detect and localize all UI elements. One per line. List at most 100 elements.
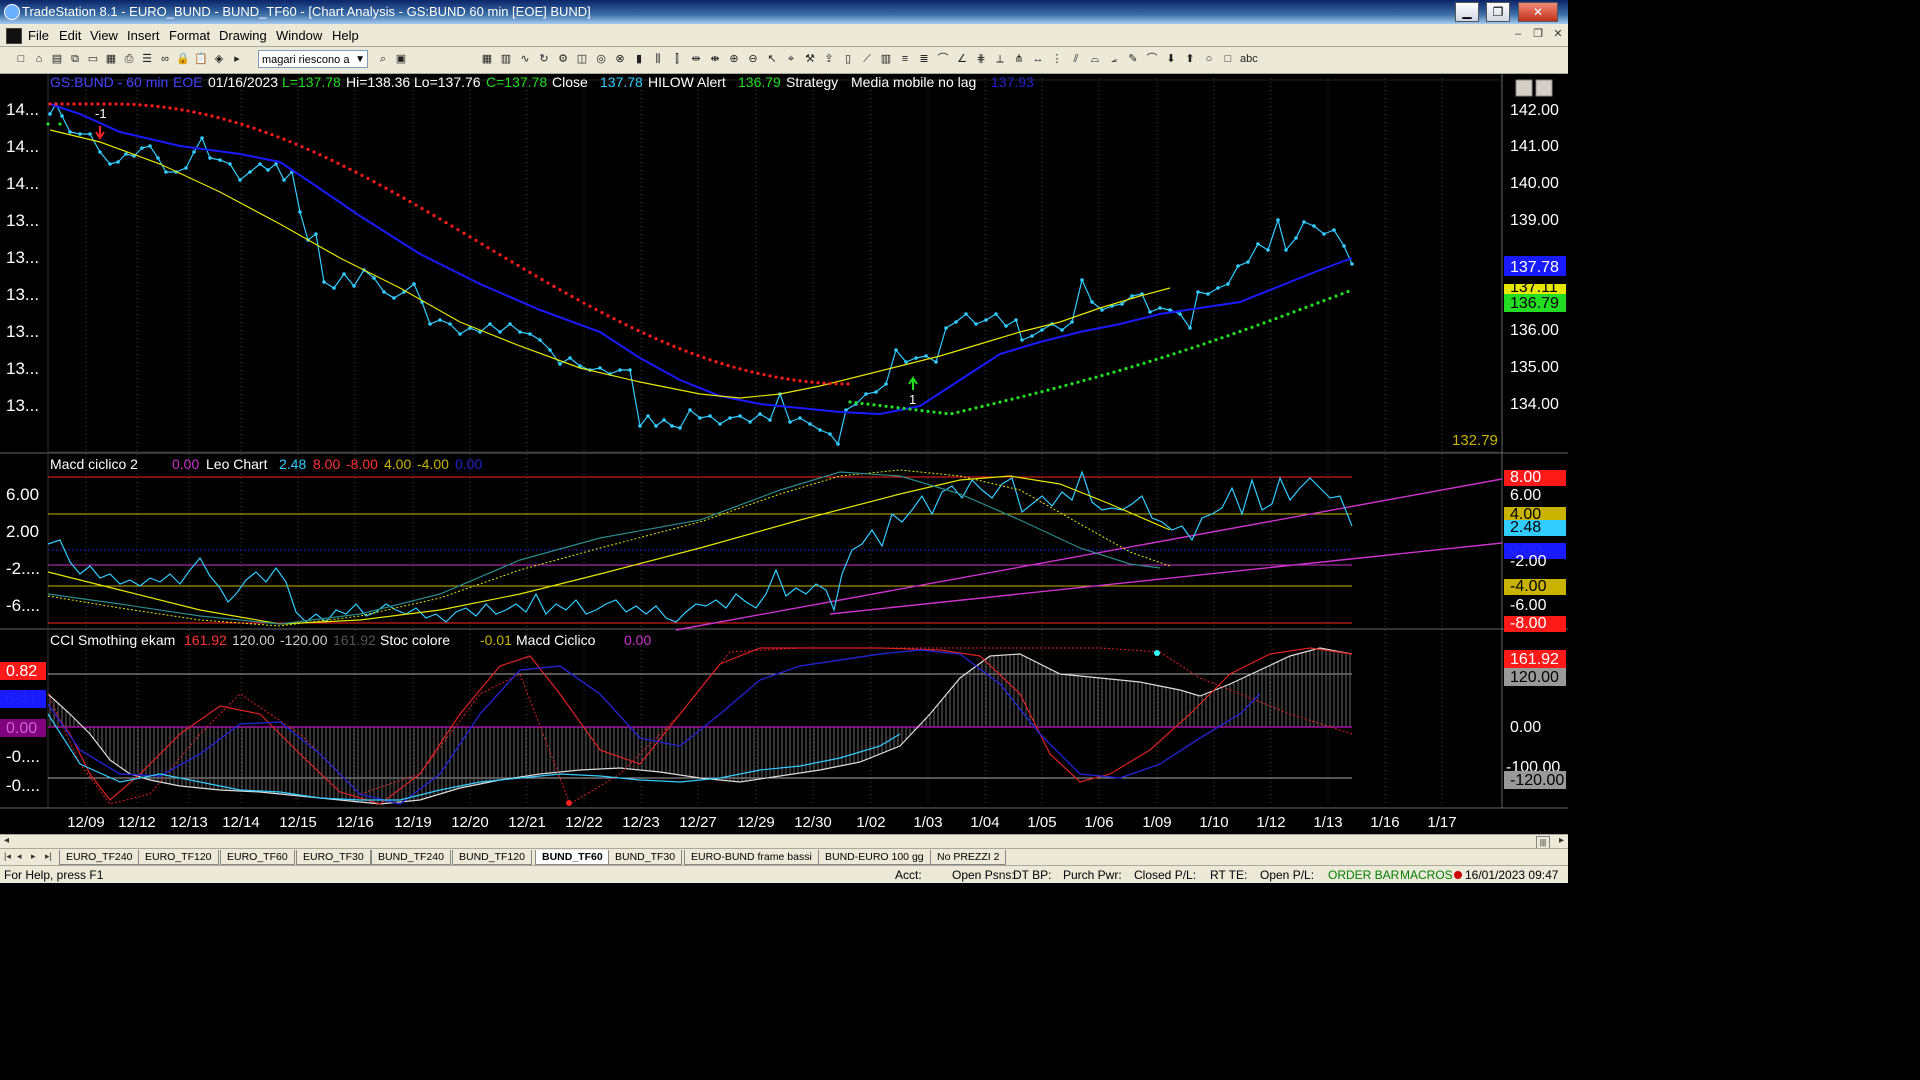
menu-help[interactable]: Help	[332, 28, 359, 43]
workspace-combo[interactable]: magari riescono a ▼	[258, 50, 368, 68]
chart-canvas[interactable]: 12/09 12/12 12/13 12/14 12/15 12/16 12/19 12/20…	[0, 74, 1568, 834]
menu-file[interactable]: File	[28, 28, 49, 43]
tab-nav-1-icon[interactable]: ◂	[17, 851, 22, 862]
close-button[interactable]: ✕	[1518, 2, 1558, 22]
rectangle-icon[interactable]: □	[1221, 52, 1235, 66]
tab-bund-tf30[interactable]: BUND_TF30	[608, 850, 683, 865]
tab-euro-tf60[interactable]: EURO_TF60	[220, 850, 295, 865]
hilow-price-tag: 136.79	[1510, 295, 1559, 312]
angle-icon[interactable]: ∠	[955, 52, 969, 66]
pencil-icon[interactable]: ✎	[1126, 52, 1140, 66]
link-icon[interactable]: ⊗	[613, 52, 627, 66]
wave-icon[interactable]: ∿	[518, 52, 532, 66]
print-icon[interactable]: ⎙	[122, 52, 136, 66]
menu-edit[interactable]: Edit	[59, 28, 81, 43]
mdi-restore-button[interactable]: ❐	[1530, 27, 1546, 41]
tab-bund-tf240[interactable]: BUND_TF240	[371, 850, 451, 865]
page-icon[interactable]: ▯	[841, 52, 855, 66]
price-point	[508, 322, 512, 326]
tab-bund-euro-100-gg[interactable]: BUND-EURO 100 gg	[818, 850, 931, 865]
new-icon[interactable]: □	[14, 52, 28, 66]
horiz-lines-icon[interactable]: ⋕	[974, 52, 988, 66]
channel-icon[interactable]: ⫽	[1069, 52, 1083, 66]
chart-doc-icon[interactable]	[6, 28, 22, 44]
bar-chart-icon[interactable]: ▮	[632, 52, 646, 66]
tab-bund-tf120[interactable]: BUND_TF120	[452, 850, 532, 865]
tab-euro-bund-frame-bassi[interactable]: EURO-BUND frame bassi	[684, 850, 819, 865]
bars-icon[interactable]: ⫿	[670, 52, 684, 66]
strategy-icon[interactable]: ⚙	[556, 52, 570, 66]
menu-insert[interactable]: Insert	[127, 28, 160, 43]
open-icon[interactable]: ⌂	[32, 52, 46, 66]
arrow-down-red-icon[interactable]: ⬇	[1164, 52, 1178, 66]
collapse-icon[interactable]: ⇼	[708, 52, 722, 66]
arrow-right-icon[interactable]: ▸	[230, 52, 244, 66]
curve-icon[interactable]: ⌒	[1145, 52, 1159, 66]
save-all-icon[interactable]: ▤	[50, 52, 64, 66]
macros-button[interactable]: MACROS	[1400, 868, 1453, 882]
order-bar-button[interactable]: ORDER BAR	[1328, 868, 1399, 882]
grid-icon[interactable]: ▦	[480, 52, 494, 66]
mdi-minimize-button[interactable]: ‒	[1510, 27, 1526, 41]
zoom-out-icon[interactable]: ⊖	[746, 52, 760, 66]
cursor-data-icon[interactable]: ⌖	[784, 52, 798, 66]
table-icon[interactable]: ▥	[499, 52, 513, 66]
tab-euro-tf30[interactable]: EURO_TF30	[296, 850, 371, 865]
clipboard-icon[interactable]: 📋	[194, 52, 208, 66]
export-icon[interactable]: ⇪	[822, 52, 836, 66]
print-preview-icon[interactable]: ▦	[104, 52, 118, 66]
horizontal-scrollbar[interactable]: ◂ ||| ▸	[0, 834, 1568, 849]
layout-icon[interactable]: ☰	[140, 52, 154, 66]
menu-window[interactable]: Window	[276, 28, 322, 43]
fib-icon[interactable]: ≣	[917, 52, 931, 66]
horizontal-line-icon[interactable]: ↔	[1031, 52, 1045, 66]
indicator-icon[interactable]: ◫	[575, 52, 589, 66]
fan-icon[interactable]: ⦟	[1107, 52, 1121, 66]
gann-icon[interactable]: ▥	[879, 52, 893, 66]
tab-no-prezzi-2[interactable]: No PREZZI 2	[930, 850, 1007, 865]
chain-icon[interactable]: ∞	[158, 52, 172, 66]
menu-format[interactable]: Format	[169, 28, 210, 43]
vertical-line-icon[interactable]: ⋮	[1050, 52, 1064, 66]
zoom-in-icon[interactable]: ⊕	[727, 52, 741, 66]
tab-euro-tf120[interactable]: EURO_TF120	[138, 850, 219, 865]
scroll-left-icon[interactable]: ◂	[4, 835, 9, 846]
green-dot	[1208, 340, 1212, 344]
arc-icon[interactable]: ⌓	[1088, 52, 1102, 66]
menu-view[interactable]: View	[90, 28, 118, 43]
speed-icon[interactable]: ⌒	[936, 52, 950, 66]
andrews-icon[interactable]: ⋔	[1012, 52, 1026, 66]
mdi-close-button[interactable]: ✕	[1550, 27, 1566, 41]
chevron-down-icon[interactable]: ▼	[355, 51, 365, 69]
minimize-button[interactable]: ▁	[1455, 2, 1479, 22]
lock-icon[interactable]: 🔒	[176, 52, 190, 66]
tab-nav-0-icon[interactable]: |◂	[4, 851, 11, 862]
refresh-icon[interactable]: ↻	[537, 52, 551, 66]
spread-icon[interactable]: ⇹	[689, 52, 703, 66]
red-dot	[312, 150, 316, 154]
tab-euro-tf240[interactable]: EURO_TF240	[59, 850, 140, 865]
copy-icon[interactable]: ⧉	[68, 52, 82, 66]
tab-bund-tf60[interactable]: BUND_TF60	[535, 850, 610, 865]
chart-analysis-window[interactable]: 12/09 12/12 12/13 12/14 12/15 12/16 12/19 12/20…	[0, 74, 1568, 834]
pointer-icon[interactable]: ↖	[765, 52, 779, 66]
candle-icon[interactable]: ⫼	[651, 52, 665, 66]
scroll-right-icon[interactable]: ▸	[1559, 835, 1564, 846]
find-icon[interactable]: ⌕	[376, 52, 390, 66]
regression-icon[interactable]: ⟂	[993, 52, 1007, 66]
ellipse-icon[interactable]: ○	[1202, 52, 1216, 66]
list-icon[interactable]: ≡	[898, 52, 912, 66]
red-dot	[690, 351, 694, 355]
radar-icon[interactable]: ◎	[594, 52, 608, 66]
text-icon[interactable]: abc	[1240, 52, 1258, 66]
chart-window-icon[interactable]: ▣	[394, 52, 408, 66]
tab-nav-2-icon[interactable]: ▸	[31, 851, 36, 862]
tab-nav-3-icon[interactable]: ▸|	[45, 851, 52, 862]
tools-icon[interactable]: ⚒	[803, 52, 817, 66]
cube-icon[interactable]: ◈	[212, 52, 226, 66]
menu-drawing[interactable]: Drawing	[219, 28, 267, 43]
arrow-up-blue-icon[interactable]: ⬆	[1183, 52, 1197, 66]
maximize-button[interactable]: ❐	[1486, 2, 1510, 22]
trendline-icon[interactable]: ⟋	[860, 52, 874, 66]
folder-icon[interactable]: ▭	[86, 52, 100, 66]
